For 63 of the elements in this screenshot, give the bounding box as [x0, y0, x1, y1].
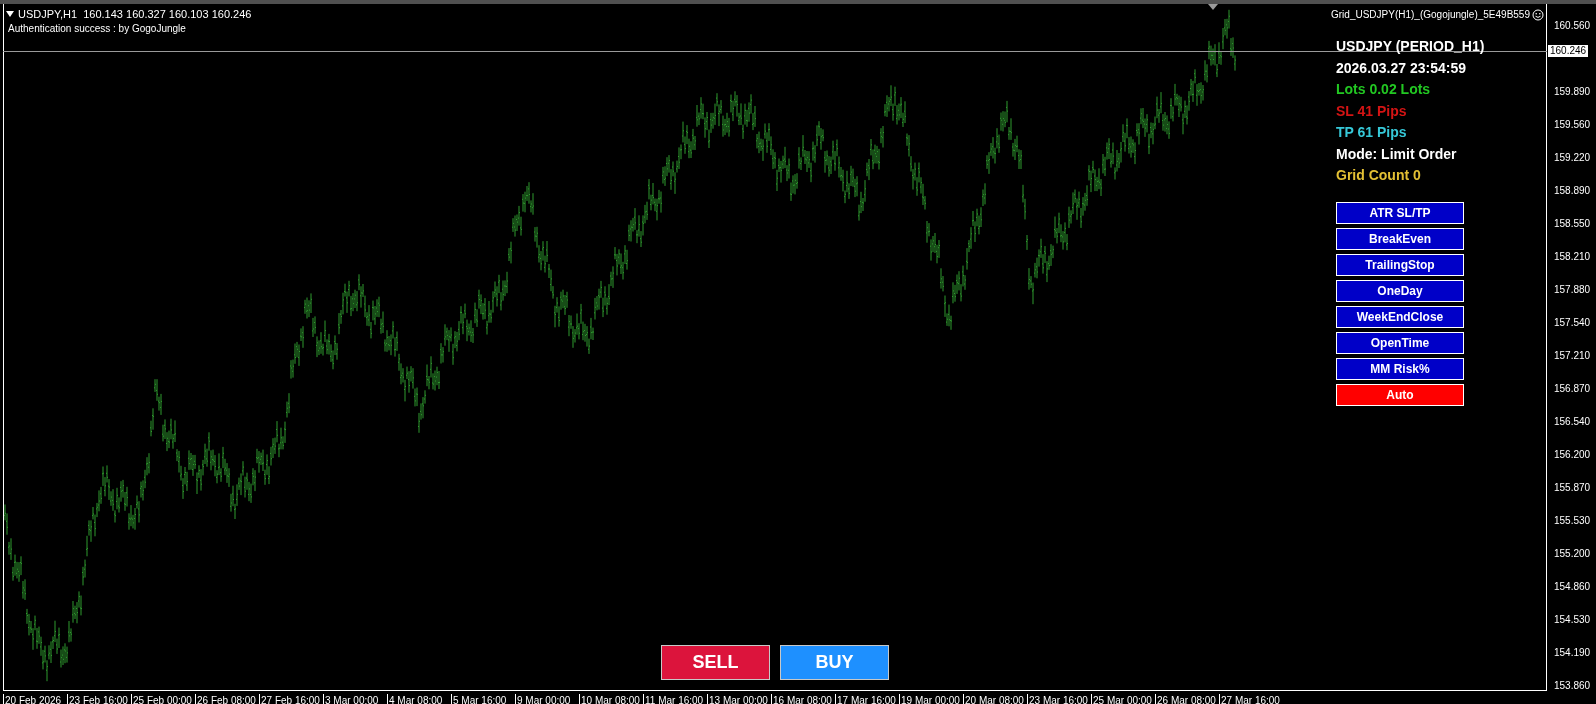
price-axis-label: 156.540: [1553, 415, 1591, 429]
price-axis-label: 158.210: [1553, 250, 1591, 264]
panel-button[interactable]: WeekEndClose: [1336, 306, 1464, 328]
panel-button[interactable]: BreakEven: [1336, 228, 1464, 250]
smiley-icon[interactable]: [1532, 8, 1544, 21]
panel-info-line: 2026.03.27 23:54:59: [1336, 58, 1467, 78]
panel-button[interactable]: OneDay: [1336, 280, 1464, 302]
time-axis-label: 3 Mar 00:00: [323, 694, 387, 704]
time-axis-label: 25 Mar 00:00: [1091, 694, 1155, 704]
time-axis-label: 16 Mar 08:00: [771, 694, 835, 704]
panel-info-line: Grid Count 0: [1336, 166, 1422, 185]
time-axis-label: 20 Feb 2026: [3, 694, 67, 704]
time-axis-label: 19 Mar 00:00: [899, 694, 963, 704]
price-axis-label: 156.200: [1553, 448, 1591, 462]
sell-button[interactable]: SELL: [661, 645, 770, 680]
time-axis-label: 13 Mar 00:00: [707, 694, 771, 704]
time-axis-label: 26 Mar 08:00: [1155, 694, 1219, 704]
time-axis-label: 17 Mar 16:00: [835, 694, 899, 704]
price-axis-label: 154.860: [1553, 580, 1591, 594]
expert-name: Grid_USDJPY(H1)_(Gogojungle)_5E49B559: [1331, 8, 1530, 22]
time-axis-label: 10 Mar 08:00: [579, 694, 643, 704]
price-axis-label: 159.220: [1553, 151, 1591, 165]
time-axis-label: 25 Feb 00:00: [131, 694, 195, 704]
price-axis-label: 158.550: [1553, 217, 1591, 231]
price-axis-label: 154.530: [1553, 613, 1591, 627]
time-axis-label: 20 Mar 08:00: [963, 694, 1027, 704]
time-axis-label: 4 Mar 08:00: [387, 694, 451, 704]
price-axis-label: 155.200: [1553, 547, 1591, 561]
symbol-info: USDJPY,H1 160.143 160.327 160.103 160.246: [18, 7, 252, 22]
price-axis-label: 155.530: [1553, 514, 1591, 528]
time-axis-label: 9 Mar 00:00: [515, 694, 579, 704]
panel-title: USDJPY (PERIOD_H1): [1336, 37, 1485, 56]
price-axis-label: 157.880: [1553, 283, 1591, 297]
price-axis-label: 158.890: [1553, 184, 1591, 198]
panel-button[interactable]: OpenTime: [1336, 332, 1464, 354]
panel-info-line: Mode: Limit Order: [1336, 144, 1458, 164]
time-axis-label: 23 Mar 16:00: [1027, 694, 1091, 704]
panel-button[interactable]: MM Risk%: [1336, 358, 1464, 380]
time-axis-label: 11 Mar 16:00: [643, 694, 707, 704]
price-axis-label: 155.870: [1553, 481, 1591, 495]
price-axis-label: 156.870: [1553, 382, 1591, 396]
current-price-label: 160.246: [1548, 45, 1589, 57]
panel-button[interactable]: TrailingStop: [1336, 254, 1464, 276]
price-axis-label: 157.540: [1553, 316, 1591, 330]
panel-info-line: Lots 0.02 Lots: [1336, 80, 1432, 99]
price-axis-label: 157.210: [1553, 349, 1591, 363]
panel-button[interactable]: Auto: [1336, 384, 1464, 406]
panel-info-line: TP 61 Pips: [1336, 123, 1408, 142]
price-axis-label: 159.890: [1553, 85, 1591, 99]
panel-info-line: SL 41 Pips: [1336, 101, 1408, 121]
price-axis-label: 159.560: [1553, 118, 1591, 132]
panel-button[interactable]: ATR SL/TP: [1336, 202, 1464, 224]
time-axis-label: 23 Feb 16:00: [67, 694, 131, 704]
time-axis-label: 5 Mar 16:00: [451, 694, 515, 704]
time-axis-label: 26 Feb 08:00: [195, 694, 259, 704]
shift-marker-icon[interactable]: [1208, 4, 1218, 10]
price-axis-label: 153.860: [1553, 679, 1591, 693]
caret-icon[interactable]: [6, 11, 14, 18]
time-axis-label: 27 Feb 16:00: [259, 694, 323, 704]
status-message: Authentication success : by GogoJungle: [8, 22, 186, 36]
price-axis-label: 160.560: [1553, 19, 1591, 33]
time-axis-label: 27 Mar 16:00: [1219, 694, 1283, 704]
price-axis-label: 154.190: [1553, 646, 1591, 660]
